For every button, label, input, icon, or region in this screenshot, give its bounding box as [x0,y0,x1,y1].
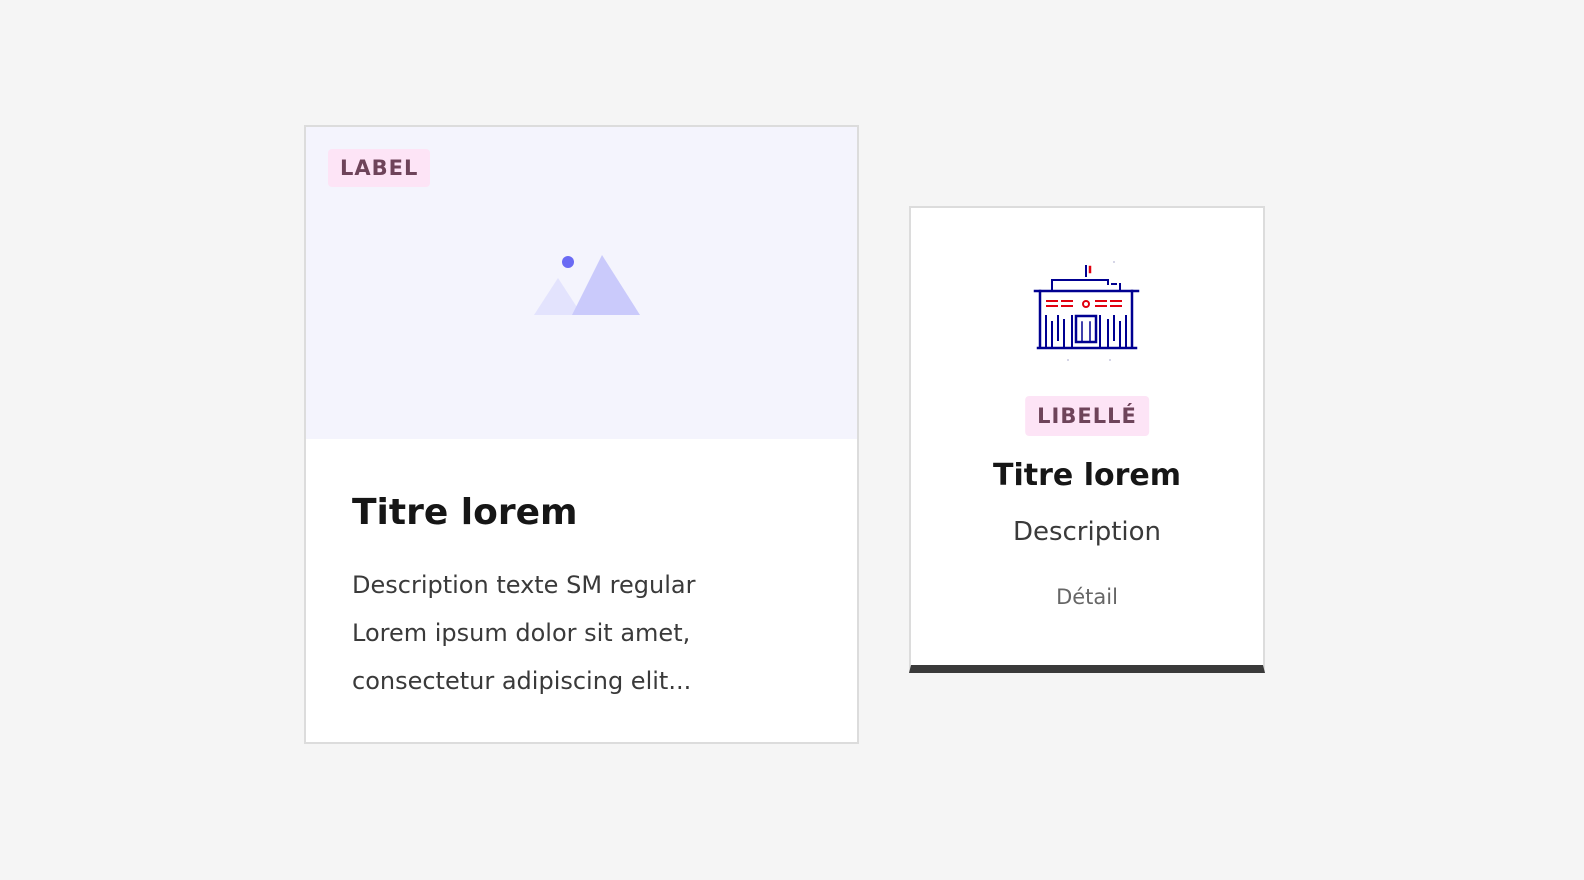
city-hall-icon [1033,261,1140,361]
card-description-line: Lorem ipsum dolor sit amet, [352,619,691,647]
tile-card[interactable]: LIBELLÉ Titre lorem Description Détail [909,206,1265,673]
tile-detail: Détail [1056,585,1118,609]
tile-badge: LIBELLÉ [1025,396,1149,436]
card-title[interactable]: Titre lorem [352,489,811,537]
tile-title[interactable]: Titre lorem [911,456,1263,496]
card-body: Titre lorem Description texte SM regular… [306,439,857,705]
tile-description: Description [1012,517,1162,547]
card-description: Description texte SM regular Lorem ipsum… [352,561,812,705]
card-badge: LABEL [328,149,431,187]
card-media: LABEL [306,127,857,439]
page-canvas: LABEL Titre lorem Description texte SM r… [0,0,1584,880]
card-description-line: Description texte SM regular [352,571,696,599]
image-placeholder-icon [534,255,640,315]
card-description-line: consectetur adipiscing elit... [352,667,692,695]
image-card[interactable]: LABEL Titre lorem Description texte SM r… [304,125,859,744]
